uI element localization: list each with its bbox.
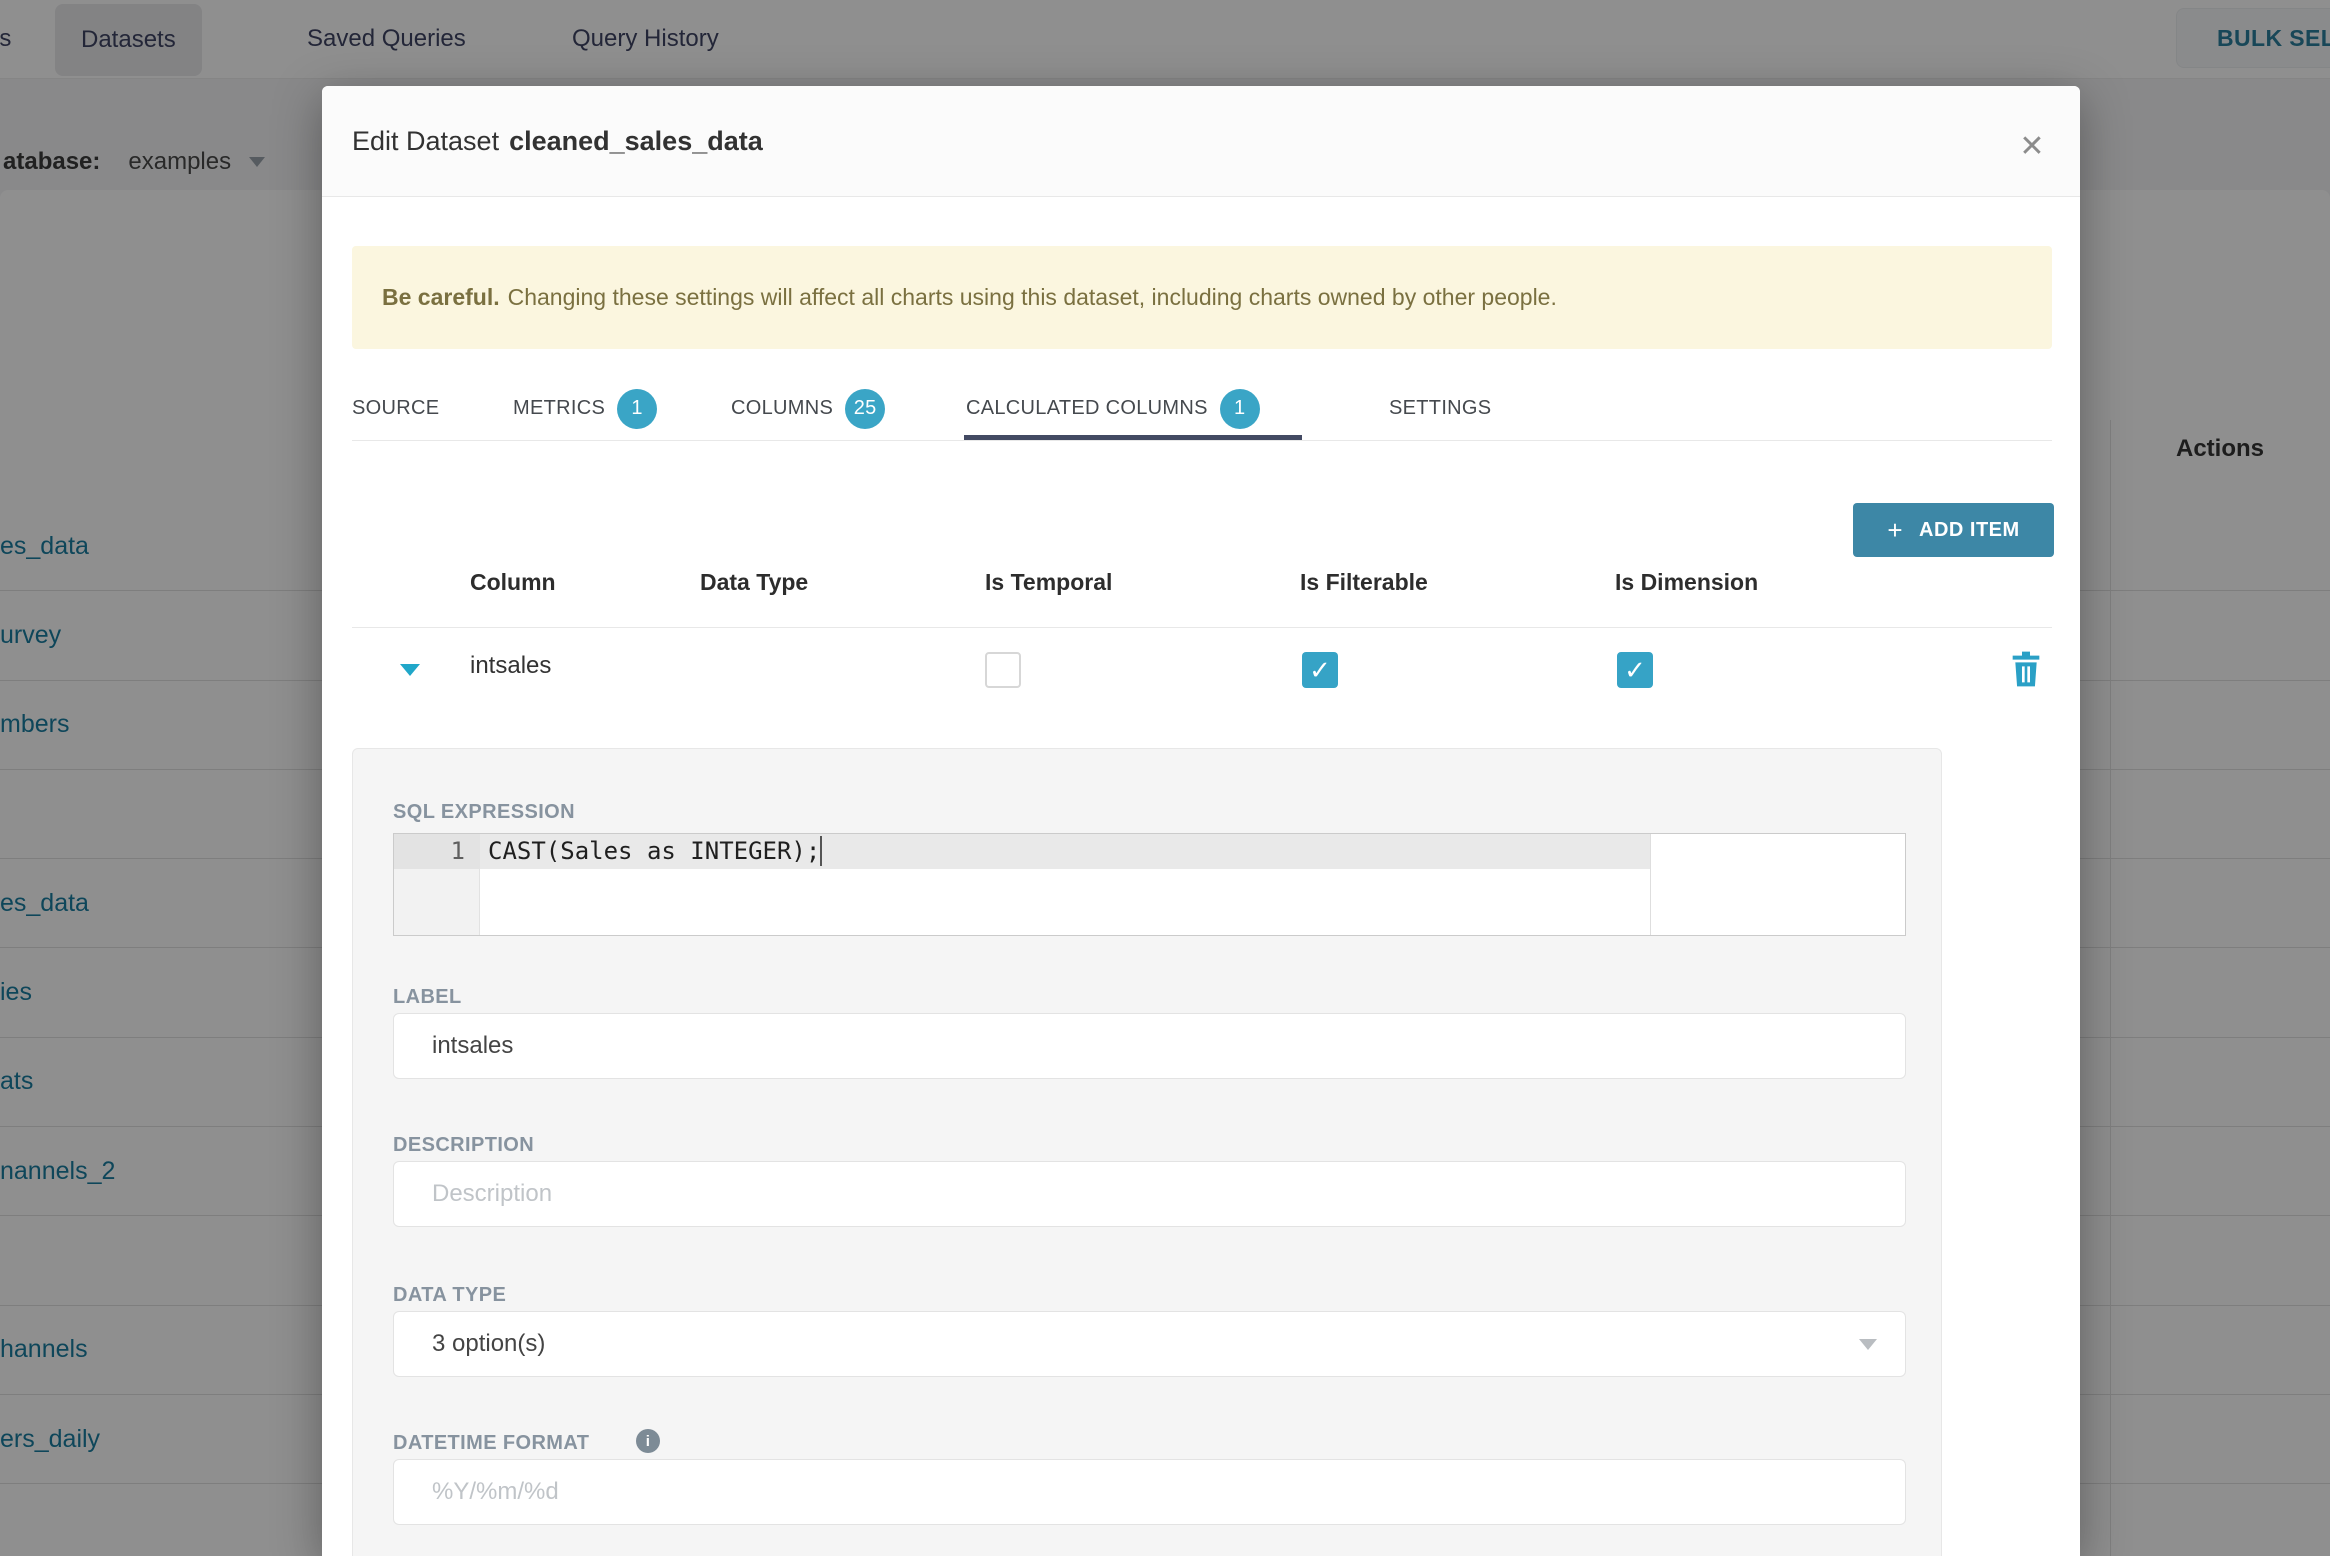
column-header-column: Column (470, 569, 556, 595)
delete-trash-icon[interactable] (2010, 650, 2042, 688)
editor-gutter-active-line (394, 834, 480, 869)
tab-source[interactable]: SOURCE (352, 382, 439, 435)
description-field-label: DESCRIPTION (393, 1134, 535, 1156)
column-header-is-temporal: Is Temporal (985, 569, 1113, 595)
select-caret-icon (1859, 1339, 1877, 1350)
active-tab-underline (964, 435, 1302, 440)
modal-title: Edit Dataset cleaned_sales_data (352, 86, 763, 196)
sql-editor[interactable]: 1 CAST(Sales as INTEGER); (393, 833, 1906, 936)
warning-banner: Be careful. Changing these settings will… (352, 246, 2052, 349)
column-header-is-dimension: Is Dimension (1615, 569, 1759, 595)
calculated-column-name: intsales (470, 652, 552, 679)
check-icon: ✓ (1309, 654, 1331, 685)
column-header-data-type: Data Type (700, 569, 809, 595)
warning-text: Changing these settings will affect all … (507, 284, 1557, 310)
column-header-is-filterable: Is Filterable (1300, 569, 1428, 595)
collapse-caret-icon[interactable] (400, 664, 420, 676)
editor-gutter: 1 (394, 834, 480, 935)
is-temporal-checkbox[interactable] (985, 652, 1021, 688)
tab-label: SETTINGS (1389, 397, 1492, 419)
tab-calculated-columns[interactable]: CALCULATED COLUMNS 1 (966, 382, 1260, 435)
table-header-divider (352, 627, 2052, 628)
datetime-format-field-label: DATETIME FORMAT i (393, 1429, 660, 1455)
calculated-column-detail-panel: SQL EXPRESSION 1 CAST(Sales as INTEGER);… (352, 748, 1942, 1556)
tab-count-badge: 25 (845, 388, 886, 429)
data-type-select[interactable] (393, 1311, 1906, 1377)
data-type-field-label: DATA TYPE (393, 1284, 507, 1306)
tab-label: METRICS (513, 397, 606, 419)
tab-label: CALCULATED COLUMNS (966, 397, 1208, 419)
is-filterable-checkbox[interactable]: ✓ (1302, 652, 1338, 688)
label-field (393, 1013, 1906, 1079)
sql-expression-label: SQL EXPRESSION (393, 801, 575, 823)
add-item-button[interactable]: + ADD ITEM (1853, 503, 2054, 557)
modal-tabbar: SOURCE METRICS 1 COLUMNS 25 CALCULATED COL… (352, 382, 2052, 441)
warning-bold: Be careful. (382, 284, 500, 310)
close-icon[interactable]: ✕ (2010, 124, 2054, 168)
datetime-format-input[interactable] (394, 1460, 1905, 1524)
modal-title-prefix: Edit Dataset (352, 125, 500, 156)
tab-columns[interactable]: COLUMNS 25 (731, 382, 886, 435)
is-dimension-checkbox[interactable]: ✓ (1617, 652, 1653, 688)
screen: es Datasets Saved Queries Query History … (0, 0, 2330, 1556)
description-input[interactable] (394, 1162, 1905, 1226)
plus-icon: + (1887, 514, 1903, 545)
editor-cursor (820, 836, 822, 866)
tab-count-badge: 1 (617, 388, 658, 429)
editor-print-margin (1650, 834, 1651, 935)
datetime-format-field (393, 1459, 1906, 1525)
tab-settings[interactable]: SETTINGS (1389, 382, 1491, 435)
tab-count-badge: 1 (1219, 388, 1260, 429)
tab-metrics[interactable]: METRICS 1 (513, 382, 658, 435)
editor-code-line[interactable]: CAST(Sales as INTEGER); (488, 837, 820, 865)
label-field-label: LABEL (393, 986, 462, 1008)
modal-header: Edit Dataset cleaned_sales_data ✕ (322, 86, 2080, 197)
editor-line-number: 1 (450, 837, 465, 865)
add-item-label: ADD ITEM (1919, 518, 2020, 541)
data-type-value[interactable] (394, 1312, 1905, 1376)
datetime-format-label-text: DATETIME FORMAT (393, 1432, 590, 1454)
label-input[interactable] (394, 1014, 1905, 1078)
tab-label: COLUMNS (731, 397, 834, 419)
description-field (393, 1161, 1906, 1227)
info-icon[interactable]: i (636, 1429, 660, 1453)
modal-title-dataset-name: cleaned_sales_data (509, 125, 763, 156)
check-icon: ✓ (1624, 654, 1646, 685)
edit-dataset-modal: Edit Dataset cleaned_sales_data ✕ Be car… (322, 86, 2080, 1556)
tab-label: SOURCE (352, 397, 440, 419)
